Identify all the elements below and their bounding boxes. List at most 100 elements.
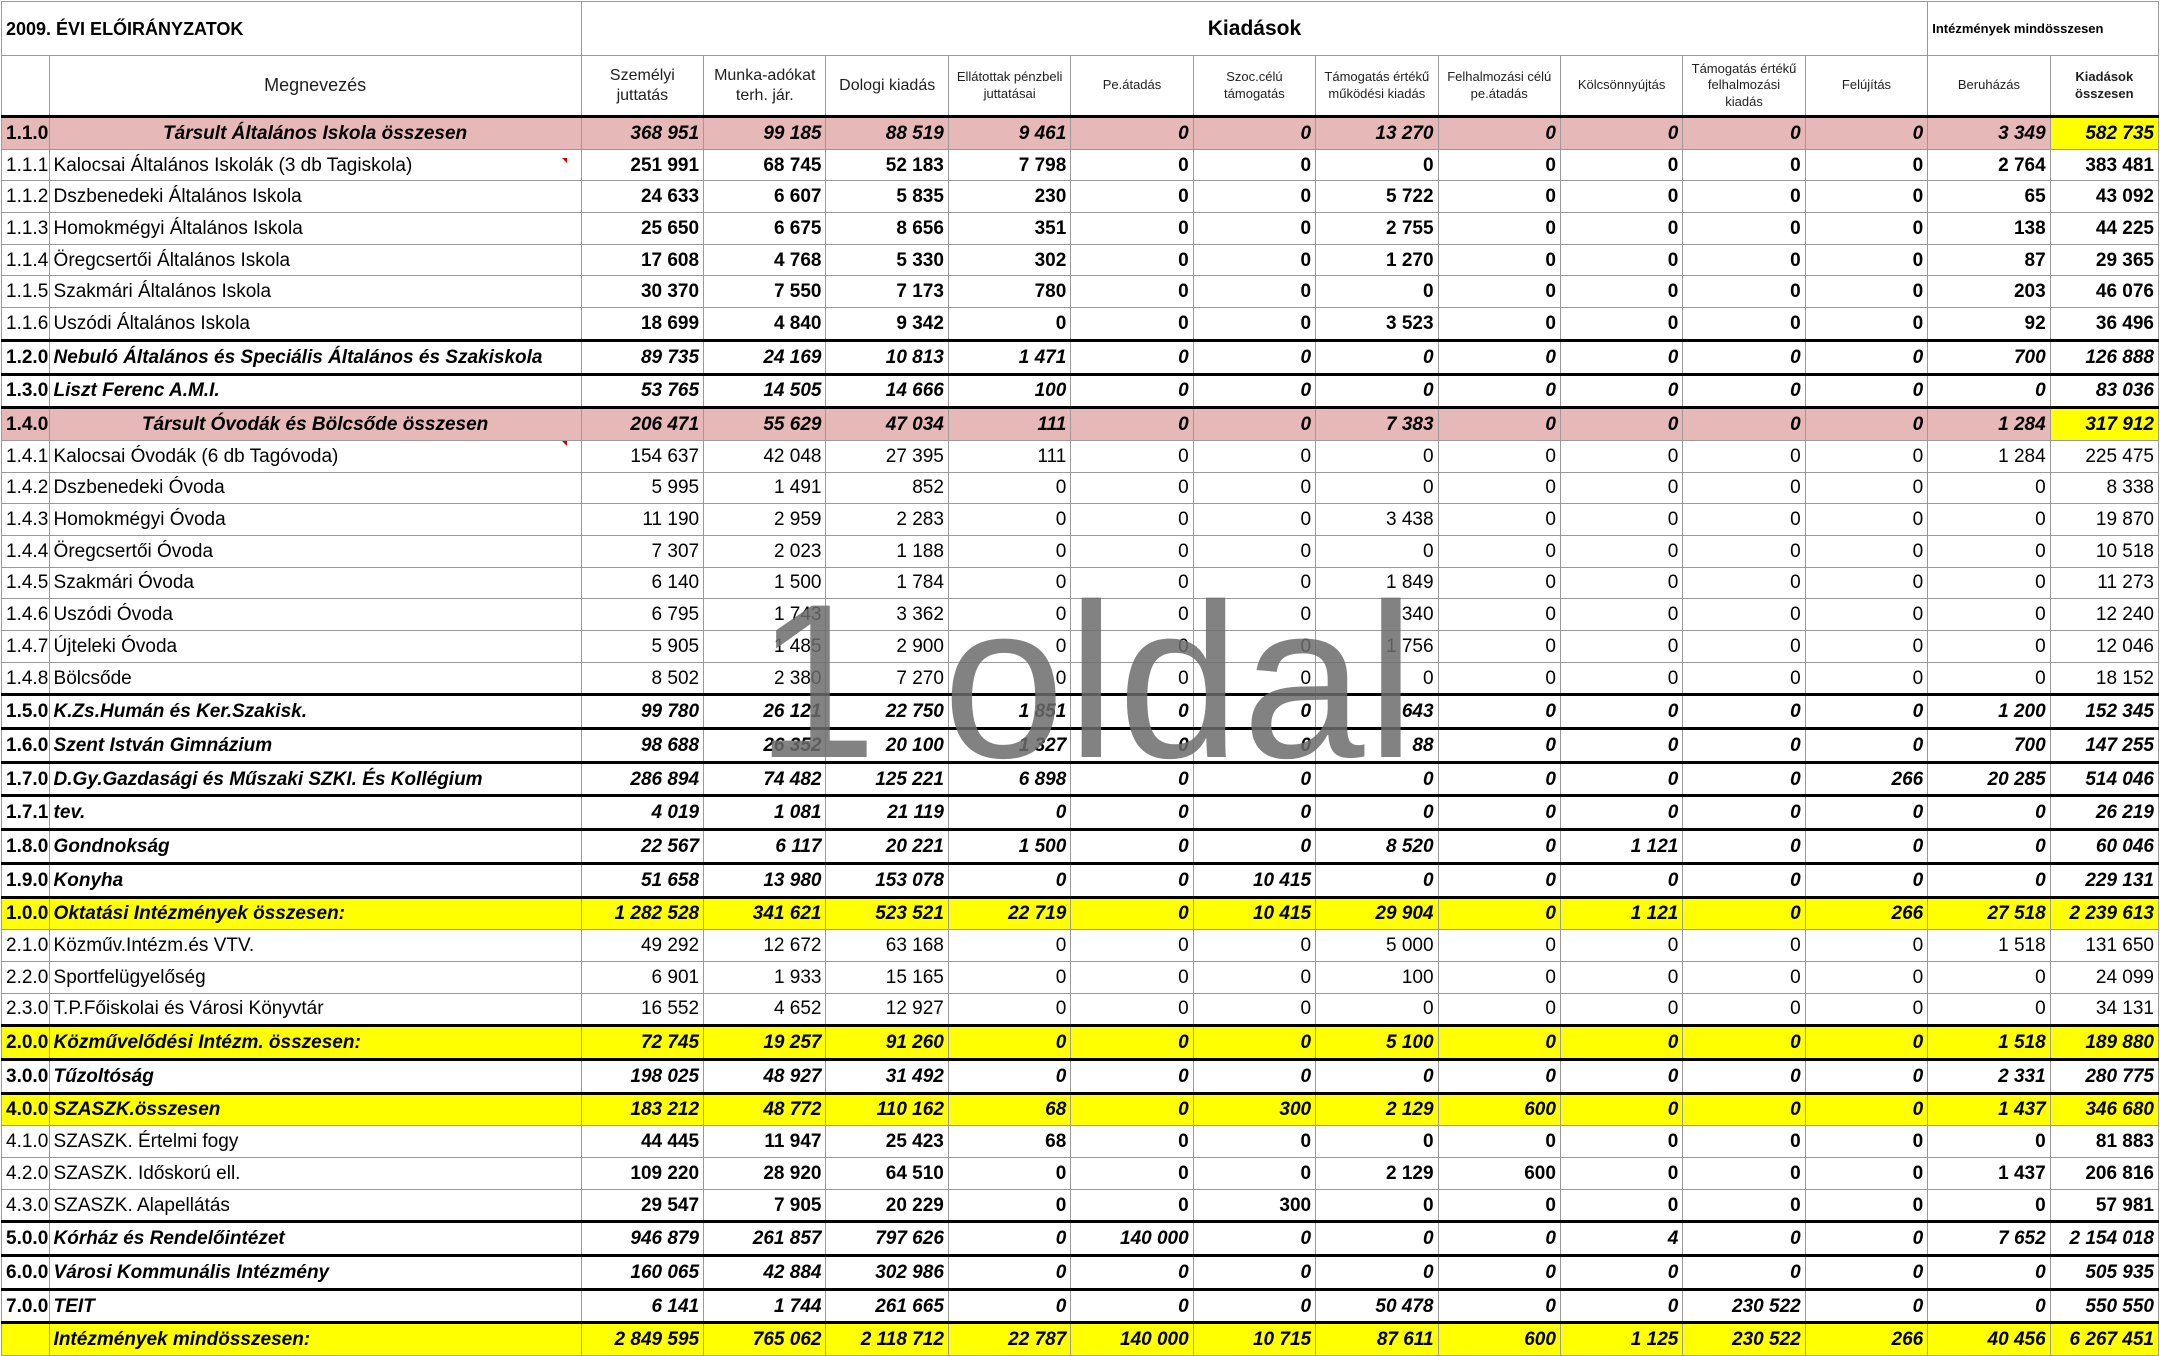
- value-cell[interactable]: 138: [1927, 212, 2051, 245]
- row-name-cell[interactable]: SZASZK. Értelmi fogy: [48, 1125, 582, 1158]
- value-cell[interactable]: 5 995: [580, 471, 705, 505]
- value-cell[interactable]: 0: [1192, 372, 1317, 409]
- value-cell[interactable]: 0: [1315, 338, 1439, 375]
- value-cell[interactable]: 0: [1559, 1125, 1684, 1158]
- row-name-cell[interactable]: Oktatási Intézmények összesen:: [48, 895, 582, 931]
- value-cell[interactable]: 100: [1315, 960, 1439, 994]
- value-cell[interactable]: 99 780: [580, 693, 705, 730]
- row-code-cell[interactable]: 1.4.3: [1, 503, 50, 536]
- row-code-cell[interactable]: 6.0.0: [1, 1254, 50, 1290]
- value-cell[interactable]: 0: [1070, 275, 1194, 309]
- value-cell[interactable]: 0: [1070, 439, 1194, 473]
- value-cell[interactable]: 0: [947, 534, 1072, 568]
- value-cell[interactable]: 0: [947, 1287, 1072, 1324]
- value-cell[interactable]: 111: [947, 406, 1072, 441]
- value-cell[interactable]: 0: [1192, 1024, 1317, 1060]
- value-cell[interactable]: 2 118 712: [825, 1321, 949, 1356]
- value-cell[interactable]: 51 658: [580, 861, 705, 898]
- value-cell[interactable]: 0: [947, 630, 1072, 663]
- value-cell[interactable]: 0: [1804, 992, 1929, 1027]
- value-cell[interactable]: 0: [1804, 1091, 1929, 1127]
- value-cell[interactable]: 19 870: [2049, 503, 2160, 536]
- value-cell[interactable]: 4 019: [580, 794, 705, 831]
- value-cell[interactable]: 68: [947, 1125, 1072, 1158]
- value-cell[interactable]: 852: [825, 471, 949, 505]
- value-cell[interactable]: 946 879: [580, 1220, 705, 1257]
- row-code-cell[interactable]: 1.7.1: [1, 794, 50, 831]
- value-cell[interactable]: 0: [1315, 471, 1439, 505]
- value-cell[interactable]: 0: [1437, 406, 1561, 441]
- value-cell[interactable]: 286 894: [580, 760, 705, 797]
- value-cell[interactable]: 0: [1315, 275, 1439, 309]
- value-cell[interactable]: 44 225: [2049, 212, 2160, 245]
- value-cell[interactable]: 0: [1682, 1125, 1806, 1158]
- row-code-cell[interactable]: 1.1.4: [1, 243, 50, 277]
- value-cell[interactable]: 0: [1804, 1057, 1929, 1094]
- value-cell[interactable]: 0: [1682, 115, 1806, 150]
- value-cell[interactable]: 0: [1682, 727, 1806, 763]
- value-cell[interactable]: 0: [1804, 212, 1929, 245]
- value-cell[interactable]: 0: [1559, 372, 1684, 409]
- value-cell[interactable]: 0: [1070, 406, 1194, 441]
- value-cell[interactable]: 12 927: [825, 992, 949, 1027]
- value-cell[interactable]: 0: [1192, 727, 1317, 763]
- value-cell[interactable]: 10 518: [2049, 534, 2160, 568]
- value-cell[interactable]: 0: [1682, 1024, 1806, 1060]
- value-cell[interactable]: 1 270: [1315, 243, 1439, 277]
- value-cell[interactable]: 0: [1070, 794, 1194, 831]
- value-cell[interactable]: 0: [1682, 794, 1806, 831]
- value-cell[interactable]: 50 478: [1315, 1287, 1439, 1324]
- value-cell[interactable]: 0: [1682, 471, 1806, 505]
- value-cell[interactable]: 0: [1315, 1125, 1439, 1158]
- row-code-cell[interactable]: 2.2.0: [1, 960, 50, 994]
- value-cell[interactable]: 6 607: [703, 180, 827, 214]
- value-cell[interactable]: 2 331: [1927, 1057, 2051, 1094]
- value-cell[interactable]: 0: [1559, 1188, 1684, 1223]
- value-cell[interactable]: 0: [1682, 693, 1806, 730]
- value-cell[interactable]: 0: [1559, 661, 1684, 696]
- value-cell[interactable]: 643: [1315, 693, 1439, 730]
- value-cell[interactable]: 0: [1437, 828, 1561, 864]
- value-cell[interactable]: 88 519: [825, 115, 949, 150]
- value-cell[interactable]: 0: [1192, 406, 1317, 441]
- value-cell[interactable]: 31 492: [825, 1057, 949, 1094]
- row-name-cell[interactable]: Homokmégyi Általános Iskola: [48, 212, 582, 245]
- value-cell[interactable]: 0: [1559, 406, 1684, 441]
- value-cell[interactable]: 0: [1682, 1091, 1806, 1127]
- row-name-cell[interactable]: Uszódi Általános Iskola: [48, 307, 582, 341]
- value-cell[interactable]: 74 482: [703, 760, 827, 797]
- value-cell[interactable]: 0: [1192, 439, 1317, 473]
- value-cell[interactable]: 0: [1559, 760, 1684, 797]
- value-cell[interactable]: 600: [1437, 1091, 1561, 1127]
- value-cell[interactable]: 206 471: [580, 406, 705, 441]
- value-cell[interactable]: 0: [1070, 992, 1194, 1027]
- value-cell[interactable]: 0: [1682, 661, 1806, 696]
- value-cell[interactable]: 0: [1559, 1254, 1684, 1290]
- value-cell[interactable]: 0: [1559, 1091, 1684, 1127]
- value-cell[interactable]: 0: [947, 661, 1072, 696]
- value-cell[interactable]: 0: [1070, 760, 1194, 797]
- value-cell[interactable]: 0: [1437, 1220, 1561, 1257]
- value-cell[interactable]: 0: [1437, 503, 1561, 536]
- value-cell[interactable]: 4: [1559, 1220, 1684, 1257]
- value-cell[interactable]: 1 437: [1927, 1157, 2051, 1190]
- value-cell[interactable]: 0: [1804, 1125, 1929, 1158]
- value-cell[interactable]: 29 547: [580, 1188, 705, 1223]
- value-cell[interactable]: 0: [1559, 992, 1684, 1027]
- value-cell[interactable]: 0: [1559, 534, 1684, 568]
- value-cell[interactable]: 8 338: [2049, 471, 2160, 505]
- value-cell[interactable]: 514 046: [2049, 760, 2160, 797]
- value-cell[interactable]: 91 260: [825, 1024, 949, 1060]
- value-cell[interactable]: 0: [1070, 1188, 1194, 1223]
- value-cell[interactable]: 30 370: [580, 275, 705, 309]
- value-cell[interactable]: 22 787: [947, 1321, 1072, 1356]
- value-cell[interactable]: 12 046: [2049, 630, 2160, 663]
- value-cell[interactable]: 1 756: [1315, 630, 1439, 663]
- value-cell[interactable]: 0: [1927, 1287, 2051, 1324]
- value-cell[interactable]: 550 550: [2049, 1287, 2160, 1324]
- value-cell[interactable]: 600: [1437, 1157, 1561, 1190]
- value-cell[interactable]: 0: [1192, 1157, 1317, 1190]
- value-cell[interactable]: 266: [1804, 1321, 1929, 1356]
- value-cell[interactable]: 0: [1682, 566, 1806, 600]
- value-cell[interactable]: 0: [1315, 1220, 1439, 1257]
